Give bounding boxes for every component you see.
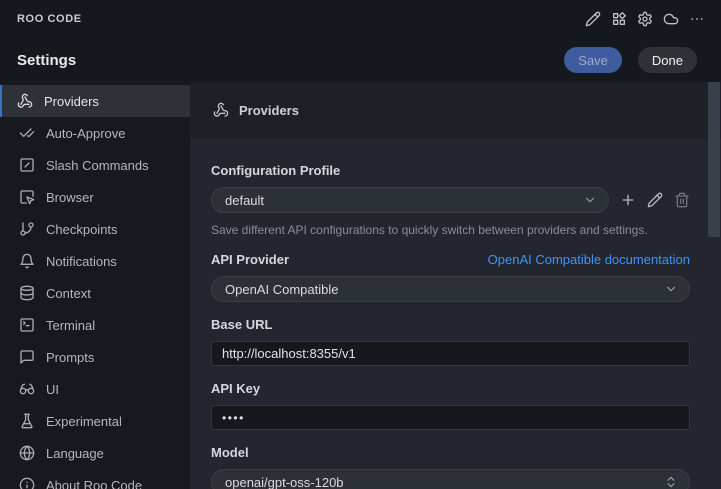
base-url-label: Base URL xyxy=(211,317,690,332)
settings-header: Settings Save Done xyxy=(0,38,721,82)
sidebar-item-slash-commands[interactable]: Slash Commands xyxy=(0,149,190,181)
topbar-actions xyxy=(585,11,705,27)
gear-icon[interactable] xyxy=(637,11,653,27)
providers-form: Configuration Profile default Save diffe… xyxy=(190,138,721,489)
base-url-input[interactable] xyxy=(211,341,690,366)
api-provider-label-row: API Provider OpenAI Compatible documenta… xyxy=(211,252,690,267)
sidebar-item-label: Language xyxy=(46,446,104,461)
api-provider-value: OpenAI Compatible xyxy=(225,282,338,297)
sidebar-item-label: Checkpoints xyxy=(46,222,118,237)
sidebar-item-label: Notifications xyxy=(46,254,117,269)
extension-title: ROO CODE xyxy=(17,13,82,25)
api-key-input[interactable] xyxy=(211,405,690,430)
webhook-icon xyxy=(213,102,229,118)
sidebar-item-prompts[interactable]: Prompts xyxy=(0,341,190,373)
page-title: Settings xyxy=(17,52,76,69)
model-select[interactable]: openai/gpt-oss-120b xyxy=(211,469,690,489)
add-profile-button[interactable] xyxy=(620,192,636,208)
sidebar-item-notifications[interactable]: Notifications xyxy=(0,245,190,277)
database-icon xyxy=(19,285,35,301)
configuration-profile-select[interactable]: default xyxy=(211,187,609,213)
glasses-icon xyxy=(19,381,35,397)
ellipsis-icon[interactable] xyxy=(689,11,705,27)
provider-documentation-link[interactable]: OpenAI Compatible documentation xyxy=(488,252,690,267)
model-section: Model openai/gpt-oss-120b xyxy=(211,445,690,489)
base-url-section: Base URL xyxy=(211,317,690,366)
model-label: Model xyxy=(211,445,690,460)
api-key-section: API Key xyxy=(211,381,690,430)
settings-body: Providers Auto-Approve Slash Commands Brows… xyxy=(0,82,721,489)
api-key-label: API Key xyxy=(211,381,690,396)
marketplace-icon[interactable] xyxy=(611,11,627,27)
sidebar-item-experimental[interactable]: Experimental xyxy=(0,405,190,437)
square-pointer-icon xyxy=(19,189,35,205)
cloud-icon[interactable] xyxy=(663,11,679,27)
sidebar-item-context[interactable]: Context xyxy=(0,277,190,309)
sidebar-item-label: Providers xyxy=(44,94,99,109)
flask-icon xyxy=(19,413,35,429)
sidebar-item-checkpoints[interactable]: Checkpoints xyxy=(0,213,190,245)
done-button[interactable]: Done xyxy=(638,47,697,73)
api-provider-section: API Provider OpenAI Compatible documenta… xyxy=(211,252,690,302)
section-header: Providers xyxy=(190,82,721,138)
configuration-profile-value: default xyxy=(225,193,264,208)
configuration-profile-section: Configuration Profile default Save diffe… xyxy=(211,163,690,237)
message-icon xyxy=(19,349,35,365)
git-branch-icon xyxy=(19,221,35,237)
sidebar-item-label: Experimental xyxy=(46,414,122,429)
sidebar-item-label: About Roo Code xyxy=(46,478,142,489)
sidebar-item-about[interactable]: About Roo Code xyxy=(0,469,190,489)
rename-profile-button[interactable] xyxy=(647,192,663,208)
globe-icon xyxy=(19,445,35,461)
sidebar-item-ui[interactable]: UI xyxy=(0,373,190,405)
section-title: Providers xyxy=(239,103,299,118)
sidebar-item-terminal[interactable]: Terminal xyxy=(0,309,190,341)
terminal-icon xyxy=(19,317,35,333)
pencil-icon[interactable] xyxy=(585,11,601,27)
settings-sidebar: Providers Auto-Approve Slash Commands Brows… xyxy=(0,82,190,489)
sidebar-item-providers[interactable]: Providers xyxy=(0,85,190,117)
extension-topbar: ROO CODE xyxy=(0,0,721,38)
vertical-scrollbar-thumb[interactable] xyxy=(708,82,720,237)
bell-icon xyxy=(19,253,35,269)
chevron-down-icon xyxy=(583,193,597,207)
settings-content: Providers Configuration Profile default … xyxy=(190,82,721,489)
sidebar-item-label: Terminal xyxy=(46,318,95,333)
configuration-profile-help: Save different API configurations to qui… xyxy=(211,223,690,237)
configuration-profile-row: default xyxy=(211,187,690,213)
delete-profile-button[interactable] xyxy=(674,192,690,208)
sidebar-item-label: UI xyxy=(46,382,59,397)
sidebar-item-label: Browser xyxy=(46,190,94,205)
sidebar-item-auto-approve[interactable]: Auto-Approve xyxy=(0,117,190,149)
sidebar-item-label: Context xyxy=(46,286,91,301)
info-icon xyxy=(19,477,35,489)
webhook-icon xyxy=(17,93,33,109)
square-slash-icon xyxy=(19,157,35,173)
sidebar-item-label: Auto-Approve xyxy=(46,126,126,141)
api-provider-select[interactable]: OpenAI Compatible xyxy=(211,276,690,302)
chevron-down-icon xyxy=(664,282,678,296)
model-value: openai/gpt-oss-120b xyxy=(225,475,344,489)
sidebar-item-language[interactable]: Language xyxy=(0,437,190,469)
sidebar-item-label: Prompts xyxy=(46,350,94,365)
api-provider-label: API Provider xyxy=(211,252,289,267)
chevrons-up-down-icon xyxy=(664,475,678,489)
sidebar-item-label: Slash Commands xyxy=(46,158,149,173)
sidebar-item-browser[interactable]: Browser xyxy=(0,181,190,213)
configuration-profile-label: Configuration Profile xyxy=(211,163,690,178)
header-buttons: Save Done xyxy=(564,47,697,73)
check-check-icon xyxy=(19,125,35,141)
save-button[interactable]: Save xyxy=(564,47,622,73)
